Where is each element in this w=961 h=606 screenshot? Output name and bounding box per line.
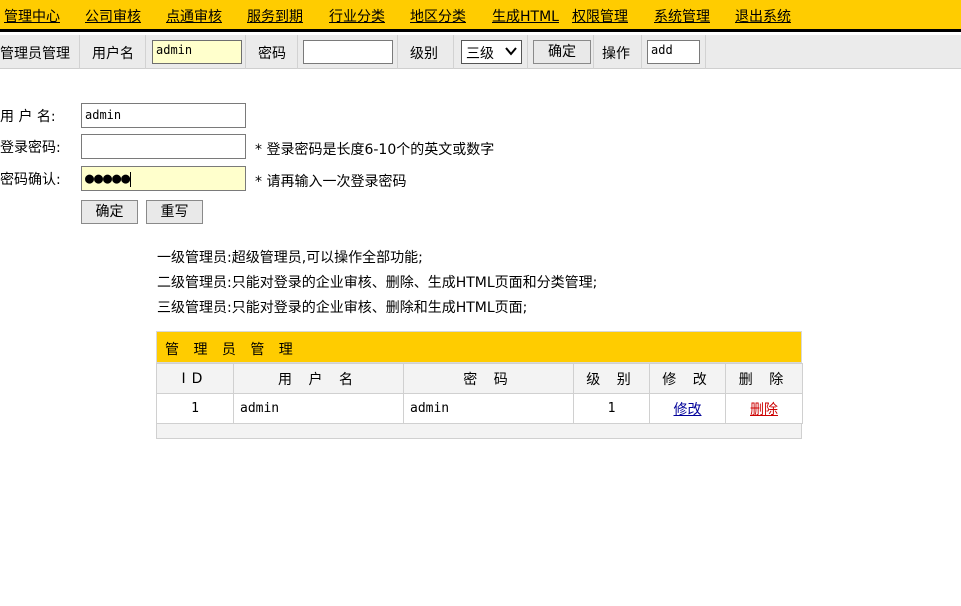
toolbar-username-label: 用户名 [92,46,134,62]
cell-delete: 删除 [725,393,803,424]
toolbar-operation-input[interactable]: add [647,40,700,64]
reset-button[interactable]: 重写 [146,200,203,224]
password-hint: * 登录密码是长度6-10个的英文或数字 [255,142,495,158]
cell-level: 1 [573,393,650,424]
level-1-description: 一级管理员:超级管理员,可以操作全部功能; [157,250,423,266]
table-row: 1 admin admin 1 修改 删除 [156,393,803,424]
col-header-level: 级 别 [573,363,650,394]
password-label: 登录密码: [0,140,61,156]
nav-region-category[interactable]: 地区分类 [410,6,466,26]
nav-service-expiry[interactable]: 服务到期 [247,6,303,26]
nav-permission-management[interactable]: 权限管理 [572,6,628,26]
col-header-password: 密 码 [403,363,574,394]
col-header-id: ID [156,363,234,394]
nav-logout[interactable]: 退出系统 [735,6,791,26]
confirm-password-masked: ●●●●● [85,169,131,187]
top-nav: 管理中心 公司审核 点通审核 服务到期 行业分类 地区分类 生成HTML 权限管… [0,0,961,32]
level-3-description: 三级管理员:只能对登录的企业审核、删除和生成HTML页面; [157,300,528,316]
submit-button[interactable]: 确定 [81,200,138,224]
nav-generate-html[interactable]: 生成HTML [492,6,559,26]
chevron-down-icon [505,44,517,61]
admin-table-title: 管 理 员 管 理 [165,342,298,358]
nav-company-review[interactable]: 公司审核 [85,6,141,26]
edit-link[interactable]: 修改 [674,402,702,418]
admin-toolbar: 管理员管理 用户名 admin 密码 级别 三级 确定 操作 add [0,35,961,69]
toolbar-password-label: 密码 [258,46,286,62]
text-caret [130,172,132,187]
level-2-description: 二级管理员:只能对登录的企业审核、删除、生成HTML页面和分类管理; [157,275,598,291]
admin-table-header: 管 理 员 管 理 [156,331,802,363]
username-input[interactable]: admin [81,103,246,128]
nav-system-management[interactable]: 系统管理 [654,6,710,26]
nav-admin-center[interactable]: 管理中心 [4,6,60,26]
delete-link[interactable]: 删除 [750,402,778,418]
admin-table: ID 用 户 名 密 码 级 别 修 改 删 除 1 admin admin 1… [156,363,803,424]
toolbar-level-select[interactable]: 三级 [461,40,522,64]
cell-username: admin [233,393,404,424]
confirm-password-label: 密码确认: [0,172,61,188]
cell-id: 1 [156,393,234,424]
table-header-row: ID 用 户 名 密 码 级 别 修 改 删 除 [156,363,803,394]
col-header-username: 用 户 名 [233,363,404,394]
toolbar-level-selected: 三级 [466,46,494,62]
toolbar-confirm-button[interactable]: 确定 [533,40,591,64]
toolbar-username-input[interactable]: admin [152,40,242,64]
nav-industry-category[interactable]: 行业分类 [329,6,385,26]
cell-password: admin [403,393,574,424]
username-label: 用 户 名: [0,109,56,125]
col-header-edit: 修 改 [649,363,726,394]
nav-diantong-review[interactable]: 点通审核 [166,6,222,26]
toolbar-password-input[interactable] [303,40,393,64]
confirm-password-input[interactable]: ●●●●● [81,166,246,191]
cell-edit: 修改 [649,393,726,424]
toolbar-operation-label: 操作 [602,46,630,62]
password-input[interactable] [81,134,246,159]
toolbar-section-label: 管理员管理 [0,46,70,62]
confirm-password-hint: * 请再输入一次登录密码 [255,174,407,190]
toolbar-level-label: 级别 [410,46,438,62]
admin-table-footer [156,424,802,439]
col-header-delete: 删 除 [725,363,803,394]
